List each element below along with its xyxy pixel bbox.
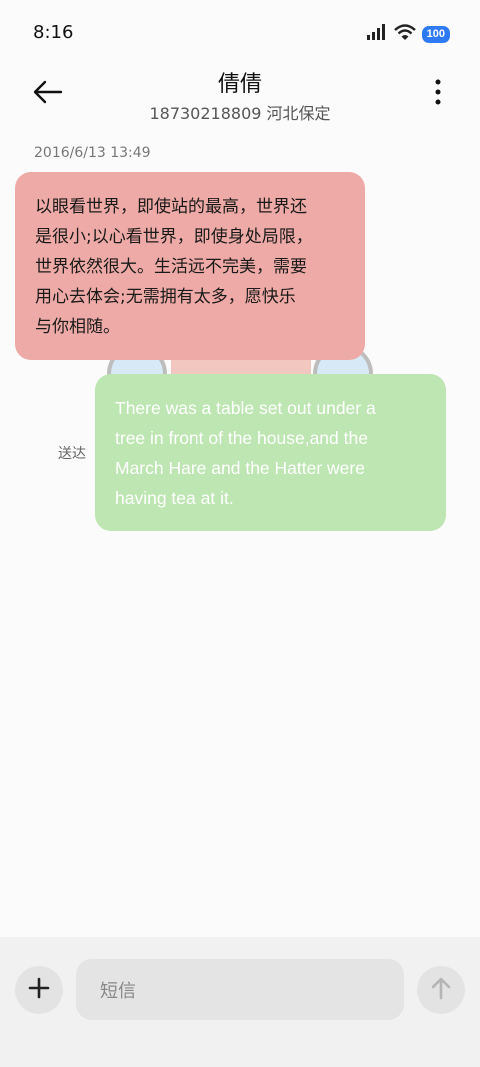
plus-icon	[28, 977, 50, 1003]
outgoing-message-line: tree in front of the house,and the	[115, 428, 368, 448]
message-input[interactable]: 短信	[76, 959, 404, 1020]
incoming-message-line: 与你相随。	[35, 317, 120, 337]
incoming-message-line: 世界依然很大。生活远不完美，需要	[35, 257, 307, 277]
message-timestamp: 2016/6/13 13:49	[34, 145, 151, 161]
contact-detail: 18730218809 河北保定	[149, 104, 331, 123]
send-button[interactable]	[417, 966, 465, 1014]
outgoing-message-line: having tea at it.	[115, 488, 234, 508]
delivery-status: 送达	[58, 446, 86, 462]
outgoing-message-line: There was a table set out under a	[115, 398, 376, 418]
wifi-icon	[393, 23, 416, 45]
more-vertical-icon	[435, 79, 441, 109]
outgoing-message-line: March Hare and the Hatter were	[115, 458, 365, 478]
status-bar: 8:16 100	[0, 0, 480, 66]
status-icons: 100	[366, 22, 450, 46]
incoming-message-line: 用心去体会;无需拥有太多，愿快乐	[35, 287, 296, 307]
status-time: 8:16	[33, 22, 74, 43]
message-composer: 短信	[0, 937, 480, 1067]
add-attachment-button[interactable]	[15, 966, 63, 1014]
contact-name: 倩倩	[217, 72, 262, 97]
battery-icon: 100	[421, 25, 450, 43]
outgoing-message-bubble[interactable]: There was a table set out under a tree i…	[95, 374, 446, 531]
message-input-placeholder: 短信	[100, 980, 136, 1002]
signal-icon	[366, 24, 388, 44]
incoming-message-bubble[interactable]: 以眼看世界，即使站的最高，世界还 是很小;以心看世界，即使身处局限， 世界依然很…	[15, 172, 365, 360]
incoming-message-line: 以眼看世界，即使站的最高，世界还	[35, 197, 307, 217]
more-options-button[interactable]	[426, 76, 450, 112]
incoming-message-line: 是很小;以心看世界，即使身处局限，	[35, 227, 313, 247]
arrow-up-icon	[430, 976, 452, 1004]
conversation-header: 倩倩 18730218809 河北保定	[0, 62, 480, 130]
